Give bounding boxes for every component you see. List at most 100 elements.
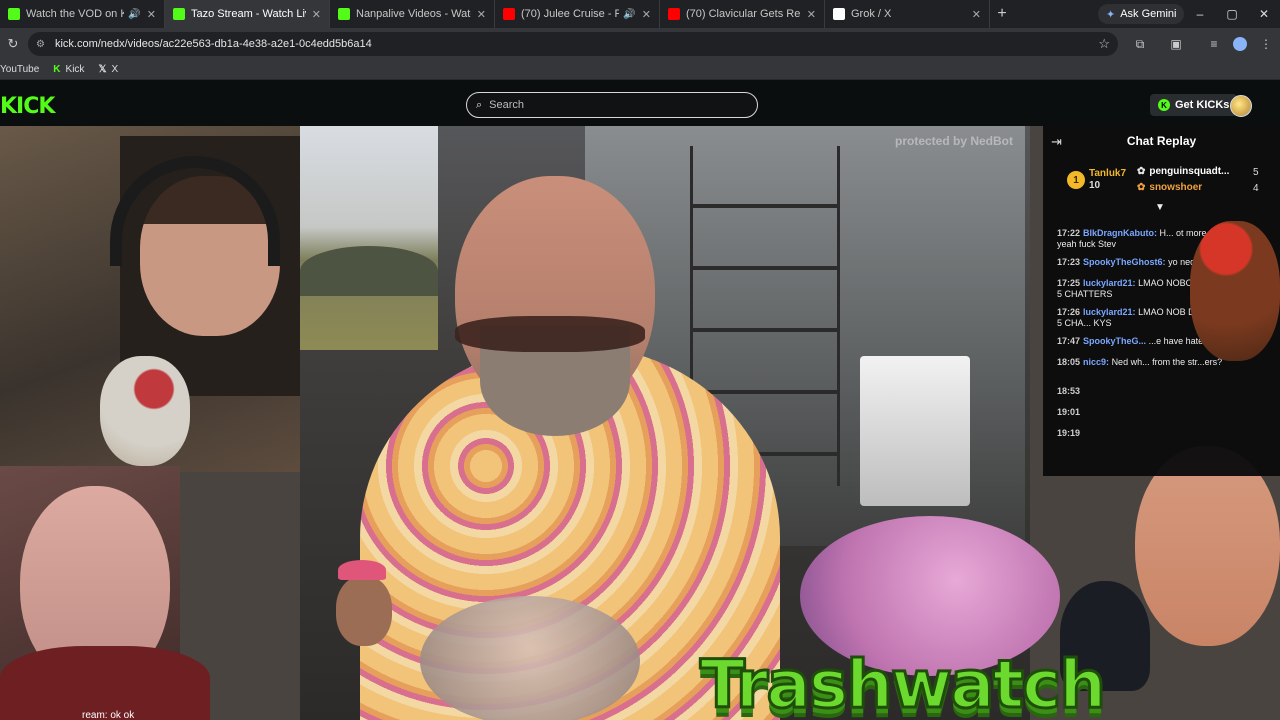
message-time: 17:26	[1057, 307, 1081, 317]
browser-tab[interactable]: Nanpalive Videos - Watch On-D ✕	[330, 0, 495, 28]
kick-icon: K	[53, 64, 61, 75]
profile-icon[interactable]	[1230, 34, 1250, 54]
message-time: 18:53	[1057, 386, 1081, 396]
address-bar-row: ↻ ⚙ kick.com/nedx/videos/ac22e563-db1a-4…	[0, 28, 1280, 60]
message-time: 17:47	[1057, 336, 1081, 346]
browser-tab[interactable]: Tazo Stream - Watch Live on Ki ✕	[165, 0, 330, 28]
watermark: protected by NedBot	[895, 134, 1014, 148]
bookmark-youtube[interactable]: YouTube	[0, 64, 39, 75]
new-tab-button[interactable]: +	[990, 5, 1014, 23]
tab-title: Tazo Stream - Watch Live on Ki	[191, 8, 306, 20]
gifter-2[interactable]: ✿ penguinsquadt...	[1137, 166, 1229, 177]
expand-chevron-icon[interactable]: ▼	[1155, 202, 1165, 213]
gifter-count: 5	[1253, 167, 1259, 178]
message-time: 19:01	[1057, 407, 1081, 417]
landscape-hill	[300, 246, 438, 296]
get-kicks-button[interactable]: K Get KICKs	[1150, 94, 1238, 116]
ask-gemini-button[interactable]: ✦ Ask Gemini	[1098, 4, 1185, 24]
tab-audio-icon[interactable]: 🔊	[128, 9, 140, 20]
message-username[interactable]: BlkDragnKabuto:	[1083, 228, 1157, 238]
trashwatch-title: Trashwatch	[698, 645, 1107, 720]
site-info-icon[interactable]: ⚙	[36, 39, 45, 50]
bookmarks-bar: YouTube K Kick 𝕏X	[0, 60, 1280, 80]
caption-text: ream: ok ok	[82, 710, 135, 720]
gifter-count: 10	[1089, 180, 1101, 191]
tab-title: Grok / X	[851, 8, 892, 20]
media-icon[interactable]: ▣	[1166, 34, 1186, 54]
bookmark-star-icon[interactable]: ☆	[1098, 36, 1110, 52]
tab-favicon-icon	[503, 8, 515, 20]
url-text: kick.com/nedx/videos/ac22e563-db1a-4e38-…	[54, 38, 372, 50]
rooster-figure	[100, 356, 190, 466]
message-time: 17:25	[1057, 278, 1081, 288]
close-window-button[interactable]: ✕	[1248, 0, 1280, 28]
message-username[interactable]: luckylard21:	[1083, 278, 1136, 288]
tab-favicon-icon	[338, 8, 350, 20]
top-gifter[interactable]: 1 Tanluk7 10	[1067, 168, 1126, 192]
gifter-name: penguinsquadt...	[1149, 166, 1230, 177]
x-icon: 𝕏	[98, 64, 107, 75]
message-time: 18:05	[1057, 357, 1081, 367]
chat-message: 19:01	[1057, 407, 1272, 418]
browser-tab-bar: Watch the VOD on Ki 🔊 ✕ Tazo Stream - Watch…	[0, 0, 1280, 28]
close-tab-icon[interactable]: ✕	[147, 8, 156, 21]
search-input[interactable]: ⌕ Search	[466, 92, 758, 118]
gifter-count: 4	[1253, 183, 1259, 194]
smiling-person	[1135, 446, 1280, 646]
message-time: 19:19	[1057, 428, 1081, 438]
browser-tab[interactable]: (70) Julee Cruise - Falling (T 🔊 ✕	[495, 0, 660, 28]
gifter-3[interactable]: ✿ snowshoer	[1137, 182, 1202, 193]
search-placeholder: Search	[489, 99, 525, 111]
browser-tab[interactable]: Watch the VOD on Ki 🔊 ✕	[0, 0, 165, 28]
message-time: 17:22	[1057, 228, 1081, 238]
chat-message: 18:53	[1057, 386, 1272, 397]
extensions-icon[interactable]: ⧉	[1130, 34, 1150, 54]
reading-list-icon[interactable]: ≡	[1204, 34, 1224, 54]
browser-tab[interactable]: (70) Clavicular Gets Released Fr ✕	[660, 0, 825, 28]
user-avatar[interactable]	[1230, 95, 1252, 117]
pink-cap	[338, 560, 386, 580]
browser-tab[interactable]: Grok / X ✕	[825, 0, 990, 28]
kick-header: KICK ⌕ Search K Get KICKs	[0, 80, 1280, 126]
tab-title: (70) Julee Cruise - Falling (T	[521, 8, 619, 20]
gemini-icon: ✦	[1106, 8, 1116, 21]
message-text: Ned wh... from the str...ers?	[1111, 357, 1223, 367]
tab-title: Watch the VOD on Ki	[26, 8, 125, 20]
gifter-name: Tanluk7	[1089, 168, 1127, 179]
chat-title: Chat Replay	[1126, 134, 1197, 148]
landscape-photo	[300, 126, 438, 350]
message-username[interactable]: SpookyTheGhost6:	[1083, 257, 1166, 267]
reload-icon[interactable]: ↻	[0, 36, 26, 52]
message-username[interactable]: SpookyTheG...	[1083, 336, 1146, 346]
message-username[interactable]: luckylard21:	[1083, 307, 1136, 317]
close-tab-icon[interactable]: ✕	[972, 8, 981, 21]
maximize-button[interactable]: ▢	[1216, 0, 1248, 28]
close-tab-icon[interactable]: ✕	[807, 8, 816, 21]
get-kicks-label: Get KICKs	[1175, 99, 1230, 111]
badge-icon: ✿	[1137, 182, 1146, 193]
search-icon: ⌕	[476, 98, 483, 111]
message-time: 17:23	[1057, 257, 1081, 267]
close-tab-icon[interactable]: ✕	[312, 8, 321, 21]
tab-favicon-icon	[668, 8, 680, 20]
menu-icon[interactable]: ⋮	[1256, 34, 1276, 54]
white-appliance	[860, 356, 970, 506]
video-player[interactable]: protected by NedBot ⇥ Chat Replay 1 Tanl…	[0, 126, 1280, 720]
message-username[interactable]: nicc9:	[1083, 357, 1109, 367]
close-tab-icon[interactable]: ✕	[477, 8, 486, 21]
minimize-button[interactable]: –	[1184, 0, 1216, 28]
omnibox[interactable]: ⚙ kick.com/nedx/videos/ac22e563-db1a-4e3…	[28, 32, 1118, 56]
chat-message: 19:19	[1057, 428, 1272, 439]
tab-title: (70) Clavicular Gets Released Fr	[686, 8, 801, 20]
cap-person-face	[336, 576, 392, 646]
tab-favicon-icon	[833, 8, 845, 20]
red-shirt	[0, 646, 210, 720]
close-tab-icon[interactable]: ✕	[642, 8, 651, 21]
tab-audio-icon[interactable]: 🔊	[623, 9, 635, 20]
kicks-coin-icon: K	[1158, 99, 1170, 111]
bookmark-x[interactable]: 𝕏X	[98, 64, 118, 75]
plastic-bags	[420, 596, 640, 720]
tab-title: Nanpalive Videos - Watch On-D	[356, 8, 471, 20]
kick-logo[interactable]: KICK	[0, 94, 55, 119]
bookmark-kick[interactable]: K Kick	[53, 64, 84, 75]
